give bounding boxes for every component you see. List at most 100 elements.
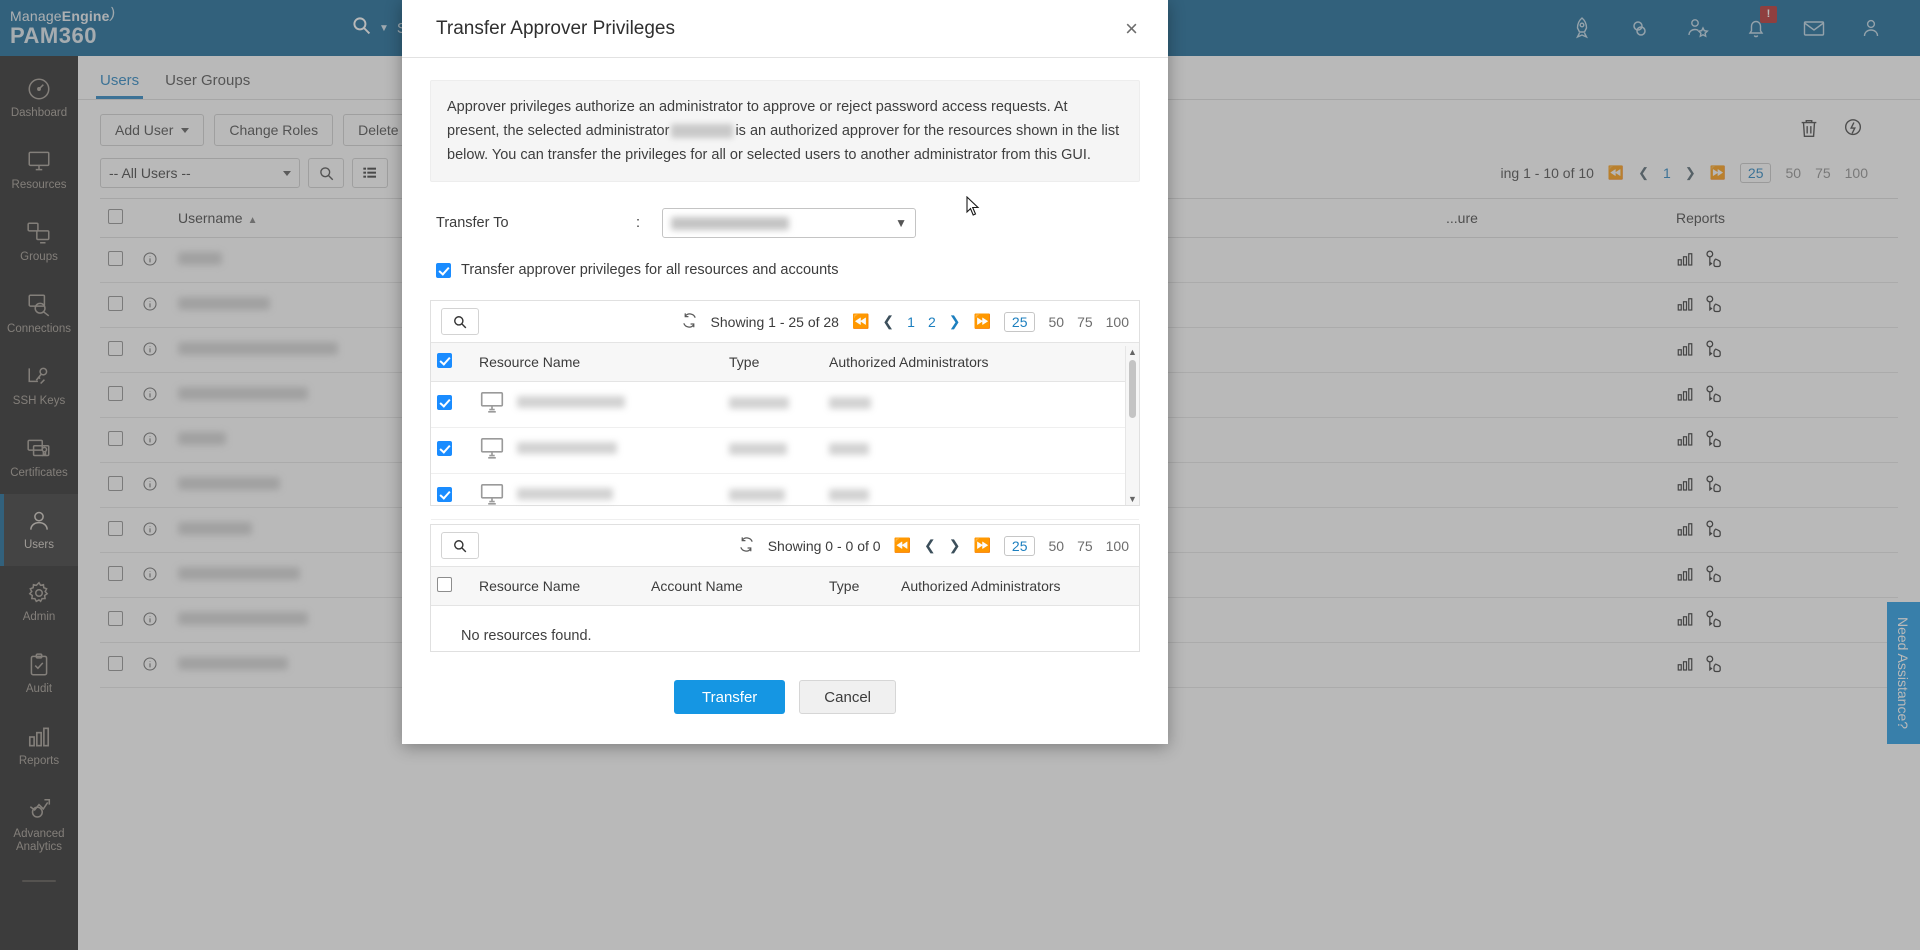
redacted-resource-name bbox=[517, 488, 613, 500]
first-page-icon[interactable]: ⏪ bbox=[852, 313, 869, 330]
close-icon[interactable]: × bbox=[1119, 16, 1144, 42]
row-select-cell bbox=[431, 382, 473, 428]
redacted-admin bbox=[829, 489, 869, 501]
page-size-25[interactable]: 25 bbox=[1004, 536, 1036, 556]
row-select-cell bbox=[431, 474, 473, 520]
authorized-admins-header-label: Authorized Administrators bbox=[829, 354, 989, 370]
resources-pagination: Showing 1 - 25 of 28 ⏪ ❮ 1 2 ❯ ⏩ 25 50 7… bbox=[681, 312, 1129, 332]
resources-search-button[interactable] bbox=[441, 308, 479, 335]
page-2[interactable]: 2 bbox=[928, 314, 936, 330]
resources-table: Resource Name Type Authorized Administra… bbox=[431, 342, 1139, 520]
monitor-icon bbox=[479, 435, 505, 461]
row-checkbox[interactable] bbox=[437, 395, 452, 410]
type-header[interactable]: Type bbox=[723, 343, 823, 382]
dialog-footer: Transfer Cancel bbox=[402, 680, 1168, 744]
table-row[interactable] bbox=[431, 382, 1139, 428]
scroll-down-icon[interactable]: ▼ bbox=[1128, 493, 1137, 505]
type-header-label: Type bbox=[829, 578, 859, 594]
resource-name-header-label: Resource Name bbox=[479, 354, 580, 370]
next-page-icon[interactable]: ❯ bbox=[949, 537, 961, 554]
refresh-icon[interactable] bbox=[681, 312, 698, 332]
accounts-panel-toolbar: Showing 0 - 0 of 0 ⏪ ❮ ❯ ⏩ 25 50 75 100 bbox=[431, 525, 1139, 566]
transfer-all-row: Transfer approver privileges for all res… bbox=[430, 262, 1140, 278]
resource-name-header[interactable]: Resource Name bbox=[473, 567, 645, 606]
table-row[interactable] bbox=[431, 428, 1139, 474]
row-type-cell bbox=[723, 382, 823, 428]
row-admins-cell bbox=[823, 382, 1139, 428]
scroll-thumb[interactable] bbox=[1129, 360, 1136, 418]
info-message: Approver privileges authorize an adminis… bbox=[430, 80, 1140, 182]
dialog-body: Approver privileges authorize an adminis… bbox=[402, 58, 1168, 680]
authorized-admins-header[interactable]: Authorized Administrators bbox=[823, 343, 1139, 382]
row-resource-cell bbox=[473, 382, 723, 428]
row-checkbox[interactable] bbox=[437, 441, 452, 456]
page-size-75[interactable]: 75 bbox=[1077, 538, 1093, 554]
accounts-showing-label: Showing 0 - 0 of 0 bbox=[768, 538, 881, 554]
transfer-approver-privileges-dialog: Transfer Approver Privileges × Approver … bbox=[402, 0, 1168, 744]
page-size-75[interactable]: 75 bbox=[1077, 314, 1093, 330]
monitor-icon bbox=[479, 389, 505, 415]
dialog-header: Transfer Approver Privileges × bbox=[402, 0, 1168, 58]
prev-page-icon[interactable]: ❮ bbox=[924, 537, 936, 554]
cancel-button[interactable]: Cancel bbox=[799, 680, 896, 714]
resources-table-body bbox=[431, 382, 1139, 520]
screen: ManageEngine) PAM360 ▼ Search bbox=[0, 0, 1920, 950]
account-name-header-label: Account Name bbox=[651, 578, 743, 594]
monitor-icon bbox=[479, 481, 505, 507]
no-resources-message: No resources found. bbox=[431, 606, 1139, 666]
redacted-type bbox=[729, 489, 785, 501]
resources-showing-label: Showing 1 - 25 of 28 bbox=[711, 314, 839, 330]
transfer-to-select[interactable]: ▼ bbox=[662, 208, 916, 238]
redacted-type bbox=[729, 397, 789, 409]
transfer-to-colon: : bbox=[636, 215, 662, 231]
table-header-row: Resource Name Type Authorized Administra… bbox=[431, 343, 1139, 382]
account-name-header[interactable]: Account Name bbox=[645, 567, 823, 606]
select-all-checkbox[interactable] bbox=[437, 353, 452, 368]
resources-panel: Showing 1 - 25 of 28 ⏪ ❮ 1 2 ❯ ⏩ 25 50 7… bbox=[430, 300, 1140, 506]
type-header[interactable]: Type bbox=[823, 567, 895, 606]
accounts-search-button[interactable] bbox=[441, 532, 479, 559]
select-all-header bbox=[431, 567, 473, 606]
page-size-50[interactable]: 50 bbox=[1048, 314, 1064, 330]
page-size-100[interactable]: 100 bbox=[1106, 538, 1129, 554]
accounts-pagination: Showing 0 - 0 of 0 ⏪ ❮ ❯ ⏩ 25 50 75 100 bbox=[738, 536, 1129, 556]
accounts-table: Resource Name Account Name Type Authoriz… bbox=[431, 566, 1139, 606]
scroll-up-icon[interactable]: ▲ bbox=[1128, 346, 1137, 358]
row-resource-cell bbox=[473, 474, 723, 520]
redacted-administrator-name bbox=[671, 124, 733, 138]
resources-scrollbar[interactable]: ▲ ▼ bbox=[1125, 346, 1139, 505]
prev-page-icon[interactable]: ❮ bbox=[882, 313, 894, 330]
first-page-icon[interactable]: ⏪ bbox=[894, 537, 911, 554]
resource-name-header[interactable]: Resource Name bbox=[473, 343, 723, 382]
select-all-header bbox=[431, 343, 473, 382]
accounts-panel: Showing 0 - 0 of 0 ⏪ ❮ ❯ ⏩ 25 50 75 100 bbox=[430, 524, 1140, 652]
page-size-100[interactable]: 100 bbox=[1106, 314, 1129, 330]
type-header-label: Type bbox=[729, 354, 759, 370]
table-header-row: Resource Name Account Name Type Authoriz… bbox=[431, 567, 1139, 606]
refresh-icon[interactable] bbox=[738, 536, 755, 556]
row-admins-cell bbox=[823, 428, 1139, 474]
page-size-25[interactable]: 25 bbox=[1004, 312, 1036, 332]
last-page-icon[interactable]: ⏩ bbox=[973, 537, 990, 554]
dialog-title: Transfer Approver Privileges bbox=[436, 18, 675, 40]
page-size-50[interactable]: 50 bbox=[1048, 538, 1064, 554]
page-1[interactable]: 1 bbox=[907, 314, 915, 330]
select-all-checkbox[interactable] bbox=[437, 577, 452, 592]
chevron-down-icon: ▼ bbox=[895, 216, 907, 230]
row-type-cell bbox=[723, 474, 823, 520]
transfer-to-selected-value bbox=[671, 217, 789, 230]
row-checkbox[interactable] bbox=[437, 487, 452, 502]
transfer-button[interactable]: Transfer bbox=[674, 680, 785, 714]
authorized-admins-header[interactable]: Authorized Administrators bbox=[895, 567, 1139, 606]
mouse-cursor bbox=[966, 196, 980, 221]
resources-panel-toolbar: Showing 1 - 25 of 28 ⏪ ❮ 1 2 ❯ ⏩ 25 50 7… bbox=[431, 301, 1139, 342]
transfer-to-row: Transfer To : ▼ bbox=[430, 208, 1140, 238]
row-resource-cell bbox=[473, 428, 723, 474]
transfer-all-checkbox[interactable] bbox=[436, 263, 451, 278]
redacted-admin bbox=[829, 397, 871, 409]
transfer-to-label: Transfer To bbox=[436, 215, 636, 231]
row-type-cell bbox=[723, 428, 823, 474]
last-page-icon[interactable]: ⏩ bbox=[973, 313, 990, 330]
next-page-icon[interactable]: ❯ bbox=[949, 313, 961, 330]
table-row[interactable] bbox=[431, 474, 1139, 520]
